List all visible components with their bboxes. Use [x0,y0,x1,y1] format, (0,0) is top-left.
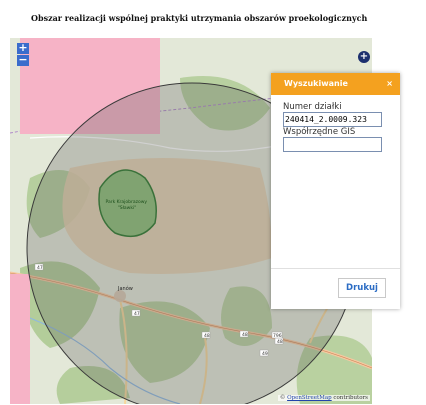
road-shield: 48 [242,332,248,338]
close-icon[interactable]: × [386,73,393,95]
search-panel: Wyszukiwanie × Numer działki 240414_2.00… [271,73,400,309]
osm-link[interactable]: OpenStreetMap [287,395,332,401]
pink-area-left[interactable] [10,274,30,404]
search-panel-title: Wyszukiwanie [284,79,348,88]
zoom-control: + − [17,42,29,66]
road-shield: 47 [37,265,43,271]
attribution-suffix: contributors [331,395,368,401]
parcel-number-input[interactable]: 240414_2.0009.323 [283,112,382,127]
town-label: Janów [117,285,133,292]
road-shield: 48 [277,339,283,345]
road-shield: 47 [134,311,140,317]
zoom-out-button[interactable]: − [17,54,29,66]
parcel-label: Numer działki [283,102,342,112]
gis-coordinates-input[interactable] [283,137,382,152]
road-shield: 49 [262,351,268,357]
map-attribution: © OpenStreetMap contributors [277,395,370,401]
page-title: Obszar realizacji wspólnej praktyki utrz… [31,13,368,23]
road-shield: 48 [204,333,210,339]
print-button[interactable]: Drukuj [338,278,386,298]
attribution-prefix: © [279,395,288,401]
gis-label: Współrzędne GIS [283,127,356,137]
panel-divider [271,268,400,269]
search-panel-header: Wyszukiwanie × [271,73,400,95]
road-shield: 796 [273,333,282,339]
layer-switcher-icon[interactable]: + [358,51,370,63]
